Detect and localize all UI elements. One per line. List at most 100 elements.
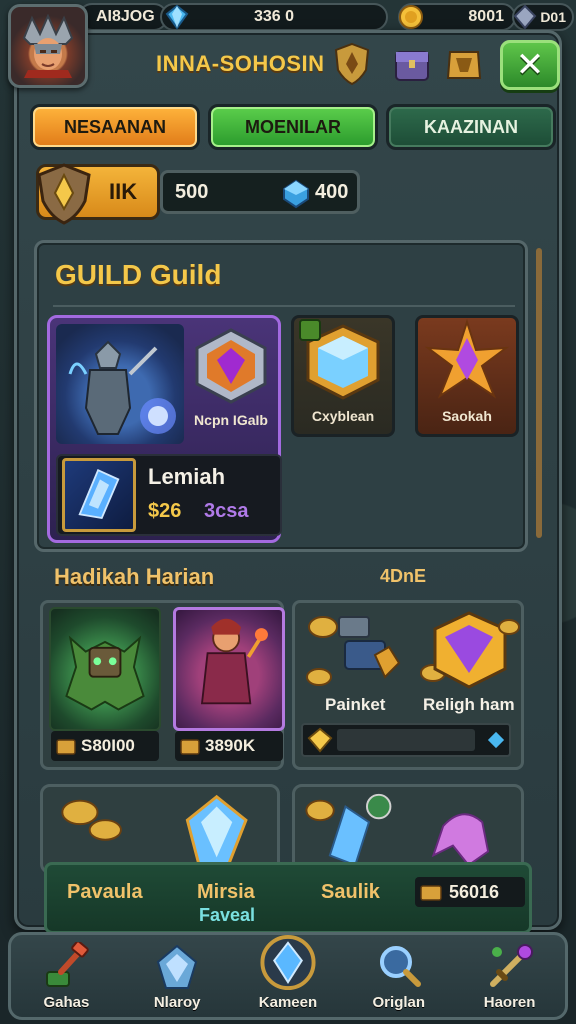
bundle-offer[interactable]: Lemiah $26 3csa: [56, 454, 282, 536]
sorceress-icon: [200, 618, 268, 705]
gem-orb-icon: [260, 934, 316, 991]
page-title: INNA-SOHOSIN: [156, 51, 325, 76]
hero-price: 3890K: [205, 736, 256, 755]
card-name: Saokah: [442, 408, 492, 424]
tab-kaazinan[interactable]: KAAZINAN: [386, 104, 556, 150]
strip-label: Mirsia: [197, 881, 255, 903]
hero-price: S80I00: [81, 736, 135, 755]
hero-price-tag[interactable]: 3890K: [175, 731, 283, 761]
shop-card-saokah[interactable]: Saokah: [415, 315, 519, 437]
resource-bar: 500 400: [160, 170, 360, 214]
item-painket[interactable]: [299, 607, 409, 691]
strip-label: Pavaula: [67, 881, 143, 903]
card-name: Cxyblean: [311, 408, 375, 424]
player-avatar[interactable]: [8, 4, 88, 88]
gold-chest-icon: [56, 739, 76, 755]
guild-panel: GUILD Guild Ncpn IGaIb Lemiah $26 3csa C…: [34, 240, 528, 552]
gem-cube-icon: [420, 611, 520, 689]
featured-offer-card[interactable]: Ncpn IGaIb Lemiah $26 3csa: [47, 315, 282, 543]
hero-card-sorceress[interactable]: [173, 607, 285, 731]
offer-tag: 3csa: [204, 500, 249, 522]
featured-item: Ncpn IGaIb: [186, 326, 276, 444]
rank-badge[interactable]: IIK: [36, 163, 160, 225]
strip-label: Saulik: [321, 881, 380, 903]
shop-tabs: NESAANAN MOENILAR KAAZINAN: [30, 104, 556, 152]
ice-crystal-icon: [62, 458, 136, 532]
item-price-bar[interactable]: [301, 723, 511, 757]
strip-price-tag[interactable]: 56016: [415, 877, 525, 907]
scroll-rail[interactable]: [536, 248, 542, 538]
tab-label: KAAZINAN: [424, 116, 518, 137]
nav-gahas[interactable]: Gahas: [16, 933, 116, 1017]
hammer-icon: [46, 942, 90, 987]
item-name: Painket: [325, 695, 386, 714]
price-progress-track: [337, 729, 475, 751]
strip-price: 56016: [449, 881, 500, 902]
player-id-text: AI8JOG: [96, 8, 155, 25]
coins-pill[interactable]: 8001: [398, 3, 516, 31]
daily-items-panel: Painket Religh ham: [292, 600, 524, 770]
crystal-icon: [157, 944, 198, 989]
blue-diamond-icon: [487, 731, 505, 749]
hexagon-gem-icon: [195, 328, 267, 404]
daily-heroes-panel: S80I00 3890K: [40, 600, 285, 770]
guild-title: GUILD Guild: [55, 259, 222, 290]
blue-gem-icon: [165, 4, 189, 30]
helmeted-hero-icon: [22, 14, 74, 78]
resource-left-value: 500: [175, 180, 209, 203]
header-bar: INNA-SOHOSIN: [94, 38, 488, 90]
gold-chest-icon: [180, 739, 200, 755]
bottom-navigation: Gahas Nlaroy Kameen Origlan Haoren: [8, 932, 568, 1020]
coin-and-crystal-icon: [61, 794, 248, 867]
crystals-pill[interactable]: D01: [512, 3, 574, 31]
gold-chest-icon[interactable]: [444, 42, 484, 86]
purple-chest-icon[interactable]: [392, 42, 432, 86]
coins-count: 8001: [468, 8, 504, 25]
shop-card-cxyblean[interactable]: Cxyblean: [291, 315, 395, 437]
tab-nesaanan[interactable]: NESAANAN: [30, 104, 200, 150]
divider: [53, 305, 515, 307]
item-religh-ham[interactable]: [413, 607, 523, 691]
featured-item-name: Ncpn IGaIb: [194, 412, 268, 428]
tab-moenilar[interactable]: MOENILAR: [208, 104, 378, 150]
nav-kameen[interactable]: Kameen: [238, 933, 338, 1017]
nav-label: Haoren: [483, 994, 536, 1011]
green-demon-icon: [65, 635, 145, 711]
hero-card-green-demon[interactable]: [49, 607, 161, 731]
gold-coin-icon: [399, 5, 423, 29]
strip-sub-label: Faveal: [199, 905, 256, 925]
daily-timer: 4DnE: [380, 566, 427, 586]
magnifier-icon: [379, 946, 421, 987]
close-icon: ✕: [515, 46, 545, 84]
rank-shield-icon: [37, 163, 91, 225]
nav-origlan[interactable]: Origlan: [349, 933, 449, 1017]
nav-label: Kameen: [258, 994, 318, 1011]
lower-offer-card-right[interactable]: [292, 784, 524, 874]
gold-chest-icon: [420, 885, 442, 901]
bundle-summary-strip[interactable]: Pavaula Mirsia Saulik Faveal 56016: [44, 862, 532, 934]
player-id-pill: AI8JOG: [78, 3, 168, 31]
sword-icon: [489, 944, 533, 987]
daily-section-title: Hadikah Harian: [54, 564, 215, 589]
hero-price-tag[interactable]: S80I00: [51, 731, 159, 761]
silver-crystal-icon: [513, 4, 537, 30]
nav-nlaroy[interactable]: Nlaroy: [127, 933, 227, 1017]
nav-haoren[interactable]: Haoren: [460, 933, 560, 1017]
offer-price: $26: [148, 500, 182, 522]
nav-label: Gahas: [43, 994, 90, 1011]
close-button[interactable]: ✕: [500, 40, 560, 90]
rank-label: IIK: [109, 179, 138, 204]
tab-label: MOENILAR: [245, 116, 341, 137]
resource-right-value: 400: [315, 180, 349, 203]
armored-knight-art: [56, 324, 184, 444]
nav-label: Origlan: [372, 994, 426, 1011]
tab-label: NESAANAN: [63, 116, 166, 137]
lower-offer-card-left[interactable]: [40, 784, 280, 874]
blue-gem-icon: [283, 179, 309, 209]
gems-pill[interactable]: 336 0: [160, 3, 388, 31]
coin-pile-icon: [306, 616, 401, 686]
crystals-count: D01: [540, 9, 566, 25]
item-name: Religh ham: [423, 695, 515, 714]
gold-shield-icon[interactable]: [332, 42, 372, 86]
cube-gem-icon: [299, 319, 380, 400]
